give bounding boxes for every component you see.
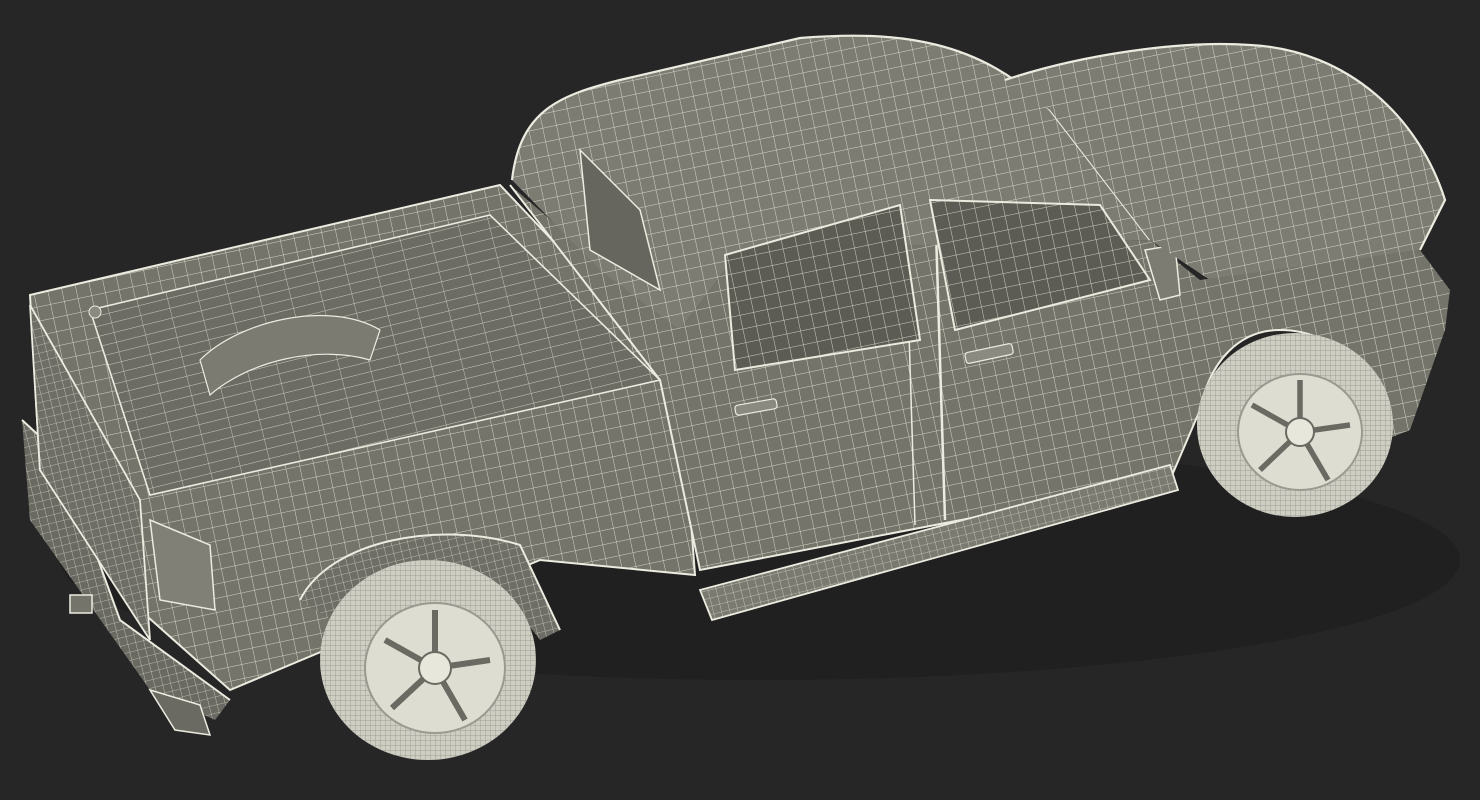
truck-wireframe-render bbox=[21, 34, 1460, 760]
front-wheel bbox=[1197, 333, 1393, 517]
rear-wheel bbox=[320, 560, 536, 760]
render-viewport bbox=[0, 0, 1480, 800]
